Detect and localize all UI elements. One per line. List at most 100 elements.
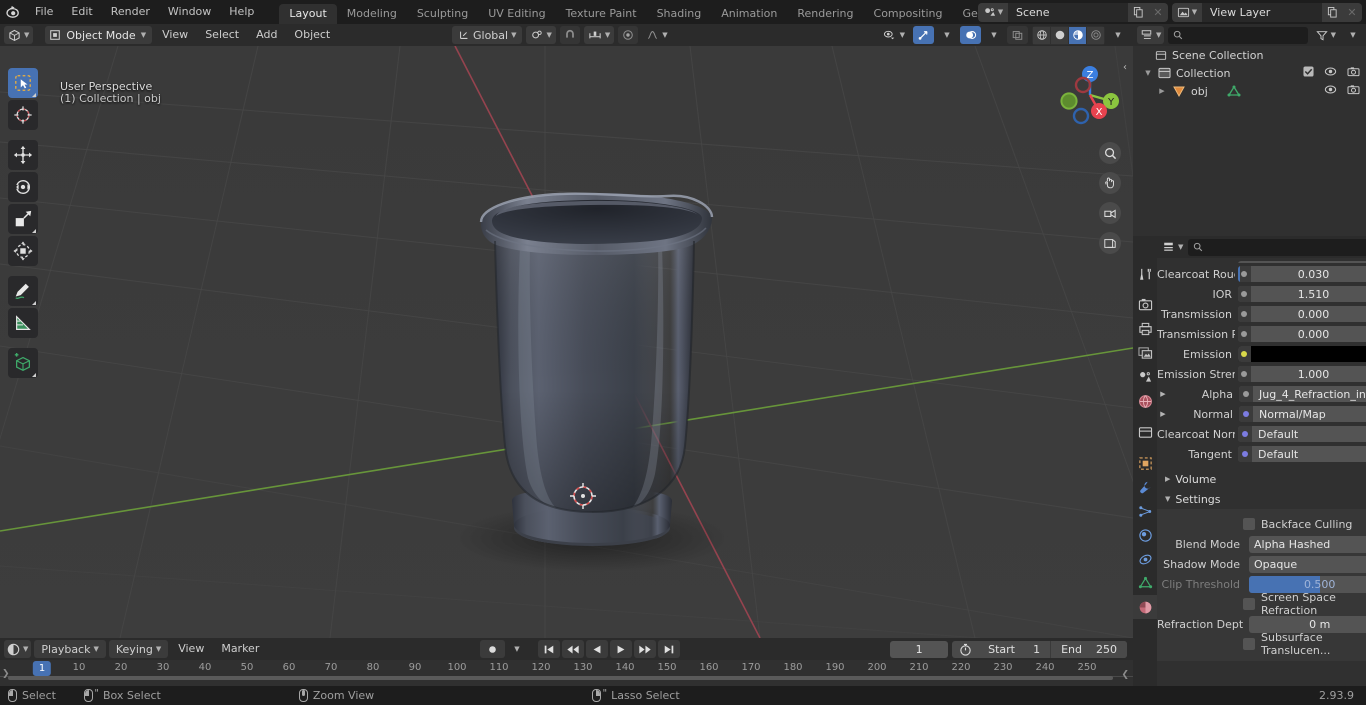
menu-window[interactable]: Window (159, 3, 220, 21)
node-socket-icon[interactable] (1238, 346, 1251, 362)
proportional-editing-toggle[interactable] (618, 26, 639, 44)
prop-link-field[interactable]: Jug_4_Refraction_in... (1239, 386, 1366, 402)
timeline-menu-playback[interactable]: Playback ▼ (34, 640, 106, 658)
gizmo-toggle[interactable] (913, 26, 934, 44)
scene-new-button[interactable] (1128, 2, 1148, 22)
prop-value-field[interactable]: 0.000 (1238, 306, 1366, 322)
properties-tab-material[interactable] (1133, 595, 1157, 619)
proportional-falloff-dropdown[interactable]: ▼ (642, 26, 671, 44)
gizmo-dropdown[interactable]: ▼ (938, 26, 956, 44)
overlays-toggle[interactable] (960, 26, 981, 44)
checkbox-icon[interactable] (1243, 638, 1255, 650)
timeline-scrubber[interactable]: 10 20 30 40 50 60 70 80 90 100 110 120 1… (0, 660, 1133, 680)
workspace-tab-modeling[interactable]: Modeling (337, 4, 407, 24)
zoom-icon[interactable] (1099, 142, 1121, 164)
expand-triangle-icon[interactable]: ▶ (1157, 390, 1169, 398)
current-frame-field[interactable]: 1 (890, 640, 949, 658)
shading-dropdown[interactable]: ▼ (1109, 26, 1127, 44)
prop-color-field[interactable] (1238, 346, 1366, 362)
next-keyframe-icon[interactable] (634, 640, 656, 658)
setting-screen-space-refraction[interactable]: Screen Space Refraction (1157, 591, 1366, 617)
outliner-row-scene-collection[interactable]: Scene Collection (1133, 46, 1366, 64)
timeline-scrollbar[interactable] (8, 676, 1113, 680)
node-socket-icon[interactable] (1238, 306, 1251, 322)
cursor-tool-icon[interactable] (8, 100, 38, 130)
checkbox-icon[interactable] (1243, 598, 1255, 610)
prop-link-field[interactable]: Normal/Map (1239, 406, 1366, 422)
view-layer-unlink-button[interactable]: ✕ (1342, 2, 1362, 22)
prop-value-field[interactable]: 1.510 (1238, 286, 1366, 302)
workspace-tab-uv-editing[interactable]: UV Editing (478, 4, 555, 24)
shading-solid-button[interactable] (1051, 26, 1068, 44)
panel-header-volume[interactable]: ▶ Volume ⣿ (1157, 469, 1366, 489)
viewport-menu-object[interactable]: Object (287, 26, 337, 44)
eye-icon[interactable] (1324, 84, 1337, 98)
blend-mode-dropdown[interactable]: Alpha Hashed ▼ (1249, 535, 1366, 553)
menu-help[interactable]: Help (220, 3, 263, 21)
outliner-row-obj[interactable]: ▶ obj (1133, 82, 1366, 100)
scene-unlink-button[interactable]: ✕ (1148, 2, 1168, 22)
eye-icon[interactable] (1324, 66, 1337, 80)
auto-keying-dropdown[interactable]: ▼ (508, 640, 526, 658)
add-cube-tool-icon[interactable] (8, 348, 38, 378)
workspace-tab-rendering[interactable]: Rendering (787, 4, 863, 24)
start-frame-field[interactable]: Start 1 (978, 640, 1051, 658)
transform-orientation-dropdown[interactable]: Global ▼ (452, 26, 523, 44)
timeline-menu-view[interactable]: View (171, 640, 211, 658)
viewport-menu-add[interactable]: Add (249, 26, 284, 44)
play-reverse-icon[interactable] (586, 640, 608, 658)
menu-file[interactable]: File (26, 3, 62, 21)
scene-icon[interactable]: ▼ (978, 2, 1008, 22)
properties-tab-world[interactable] (1133, 389, 1157, 413)
node-socket-icon[interactable] (1238, 366, 1251, 382)
outliner-search-input[interactable] (1168, 26, 1308, 44)
snap-settings-dropdown[interactable]: ▼ (583, 26, 615, 44)
clip-threshold-slider[interactable]: 0.500 (1249, 575, 1366, 593)
node-socket-icon[interactable] (1238, 326, 1251, 342)
interaction-mode-dropdown[interactable]: Object Mode ▼ (45, 26, 153, 44)
ortho-persp-icon[interactable] (1099, 232, 1121, 254)
properties-tab-particles[interactable] (1133, 499, 1157, 523)
filter-icon[interactable]: ▼ (1312, 26, 1340, 44)
camera-icon[interactable] (1099, 202, 1121, 224)
timeline-menu-keying[interactable]: Keying ▼ (108, 640, 169, 658)
node-socket-icon[interactable] (1238, 426, 1252, 442)
node-socket-icon[interactable] (1239, 386, 1253, 402)
scale-tool-icon[interactable] (8, 204, 38, 234)
checkbox-icon[interactable] (1303, 66, 1314, 80)
workspace-tab-layout[interactable]: Layout (279, 4, 337, 24)
workspace-tab-animation[interactable]: Animation (711, 4, 787, 24)
jump-end-icon[interactable] (658, 640, 680, 658)
view-layer-name-field[interactable]: View Layer (1202, 2, 1322, 22)
camera-render-icon[interactable] (1347, 84, 1360, 98)
workspace-tab-texture-paint[interactable]: Texture Paint (556, 4, 647, 24)
timeline-scroll-right-icon[interactable]: ❮ (1121, 670, 1129, 680)
scene-name-field[interactable]: Scene (1008, 2, 1128, 22)
timeline-playhead[interactable]: 1 (32, 661, 52, 676)
properties-tab-collection[interactable] (1133, 420, 1157, 444)
xray-toggle[interactable] (1007, 26, 1028, 44)
panel-header-settings[interactable]: ▼ Settings ⣿ (1157, 489, 1366, 509)
measure-tool-icon[interactable] (8, 308, 38, 338)
menu-render[interactable]: Render (102, 3, 159, 21)
move-tool-icon[interactable] (8, 140, 38, 170)
outliner-options-icon[interactable]: ▼ (1344, 26, 1362, 44)
end-frame-field[interactable]: End 250 (1050, 640, 1127, 658)
properties-tab-modifier[interactable] (1133, 475, 1157, 499)
prop-link-field[interactable]: Default (1238, 446, 1366, 462)
properties-tab-view-layer[interactable] (1133, 341, 1157, 365)
view-layer-new-button[interactable] (1322, 2, 1342, 22)
workspace-tab-sculpting[interactable]: Sculpting (407, 4, 478, 24)
properties-editor-type-icon[interactable]: ▼ (1160, 238, 1185, 256)
prop-link-field[interactable]: Default (1238, 426, 1366, 442)
setting-subsurface-translucency[interactable]: Subsurface Translucen... (1157, 631, 1366, 657)
properties-tab-data[interactable] (1133, 571, 1157, 595)
shading-material-preview-button[interactable] (1069, 26, 1086, 44)
shading-wireframe-button[interactable] (1033, 26, 1050, 44)
prop-value-field[interactable]: 0.030 (1238, 266, 1366, 282)
properties-tab-physics[interactable] (1133, 523, 1157, 547)
workspace-tab-compositing[interactable]: Compositing (864, 4, 953, 24)
annotate-tool-icon[interactable] (8, 276, 38, 306)
snap-magnet-toggle[interactable] (559, 26, 580, 44)
node-socket-icon[interactable] (1238, 446, 1252, 462)
